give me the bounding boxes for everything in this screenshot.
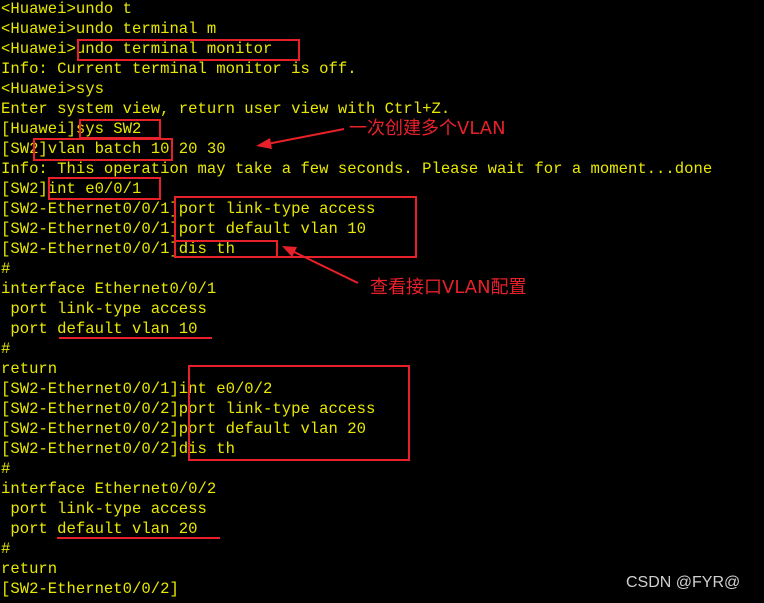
annotation-arrows bbox=[256, 128, 359, 284]
note-batch-vlan: 一次创建多个VLAN bbox=[349, 118, 506, 139]
arrow-head-batch bbox=[256, 138, 272, 149]
arrow-line-batch bbox=[261, 128, 345, 146]
note-view-interface-config: 查看接口VLAN配置 bbox=[370, 277, 527, 298]
arrow-head-view-config bbox=[282, 246, 297, 257]
csdn-watermark: CSDN @FYR@ bbox=[626, 574, 741, 591]
arrow-line-view-config bbox=[287, 248, 359, 284]
